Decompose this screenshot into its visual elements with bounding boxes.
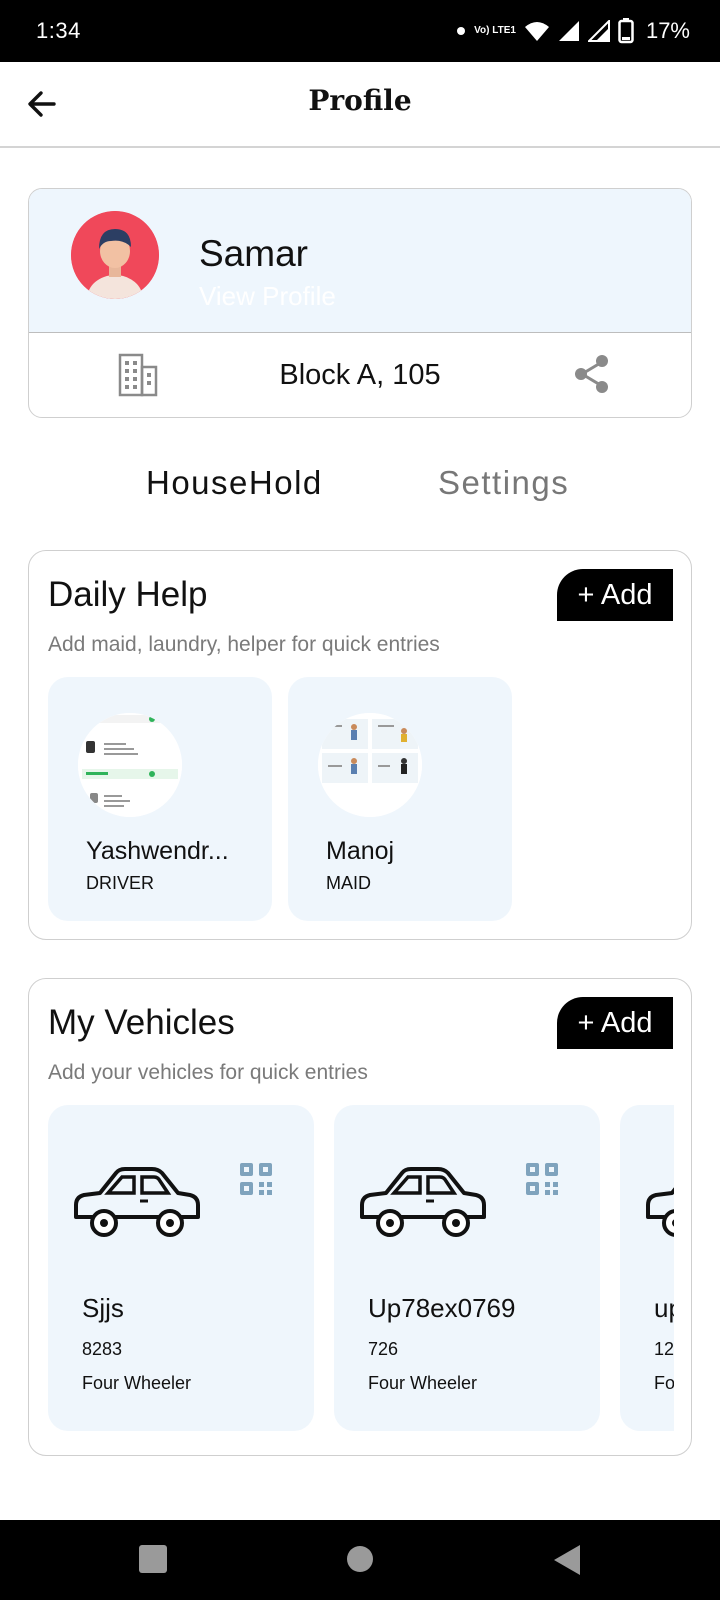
signal-icon [558,21,579,41]
recent-apps-icon[interactable] [138,1544,168,1574]
tab-household[interactable]: HouseHold [146,464,323,502]
tab-bar: HouseHold Settings [0,464,720,514]
vehicle-card[interactable]: Up78ex0769 726 Four Wheeler [334,1105,600,1431]
system-nav-bar [0,1520,720,1600]
daily-help-title: Daily Help [48,575,208,614]
vehicles-title: My Vehicles [48,1003,235,1042]
vehicle-number: 12 [654,1339,674,1359]
profile-address-row: Block A, 105 [29,333,691,417]
app-bar: Profile [0,62,720,148]
wifi-icon [524,22,549,41]
vehicle-number: 8283 [82,1339,123,1359]
vehicles-carousel[interactable]: Sjjs 8283 Four Wheeler Up78ex0769 726 Fo… [48,1105,674,1431]
maid-thumbnail [318,713,422,817]
vehicle-name: Up78ex0769 [368,1293,516,1323]
vehicle-card[interactable]: Sjjs 8283 Four Wheeler [48,1105,314,1431]
daily-help-name: Manoj [326,837,395,865]
page-title: Profile [308,84,412,117]
daily-help-section: Daily Help + Add Add maid, laundry, help… [28,550,692,940]
daily-help-card[interactable]: Manoj MAID [288,677,512,921]
status-bar: 1:34 Vo) LTE1 17% [0,0,720,62]
back-nav-icon[interactable] [552,1544,582,1576]
status-icons: Vo) LTE1 17% [456,14,690,48]
vehicle-card[interactable]: up 12 Fo [620,1105,674,1431]
vehicle-type: Four Wheeler [82,1373,192,1393]
profile-card: Samar View Profile Block A, 105 [28,188,692,418]
notification-dot-icon [457,27,466,35]
home-icon[interactable] [346,1544,374,1574]
view-profile-link[interactable]: View Profile [199,281,336,312]
vehicle-number: 726 [368,1339,399,1359]
daily-help-name: Yashwendr... [86,837,229,865]
daily-help-role: MAID [326,873,371,893]
daily-help-role: DRIVER [86,873,155,893]
qr-code-icon[interactable] [238,1161,274,1197]
car-icon [646,1187,674,1237]
signal-2-icon [587,20,610,42]
car-icon [74,1167,200,1237]
qr-code-icon[interactable] [524,1161,560,1197]
add-vehicle-button[interactable]: + Add [557,997,673,1049]
profile-name: Samar [199,233,308,274]
battery-icon [618,18,634,44]
avatar [71,211,159,299]
car-icon [360,1167,486,1237]
vehicles-subtitle: Add your vehicles for quick entries [48,1061,368,1084]
maid-thumbnail-image [318,713,422,817]
status-time: 1:34 [36,18,81,43]
share-icon[interactable] [573,353,611,395]
daily-help-card[interactable]: Yashwendr... DRIVER [48,677,272,921]
add-daily-help-button[interactable]: + Add [557,569,673,621]
daily-help-subtitle: Add maid, laundry, helper for quick entr… [48,633,440,656]
vehicle-type: Fo [654,1373,674,1393]
vehicle-name: Sjjs [82,1293,124,1323]
vehicles-section: My Vehicles + Add Add your vehicles for … [28,978,692,1456]
vehicle-type: Four Wheeler [368,1373,478,1393]
profile-header[interactable]: Samar View Profile [29,189,691,333]
driver-thumbnail [78,713,182,817]
lte-indicator: Vo) LTE1 [474,25,516,36]
battery-percent: 17% [645,18,690,43]
user-avatar-icon [71,211,159,299]
vehicle-name: up [654,1293,674,1323]
tab-settings[interactable]: Settings [438,464,569,502]
driver-thumbnail-image [78,713,182,817]
